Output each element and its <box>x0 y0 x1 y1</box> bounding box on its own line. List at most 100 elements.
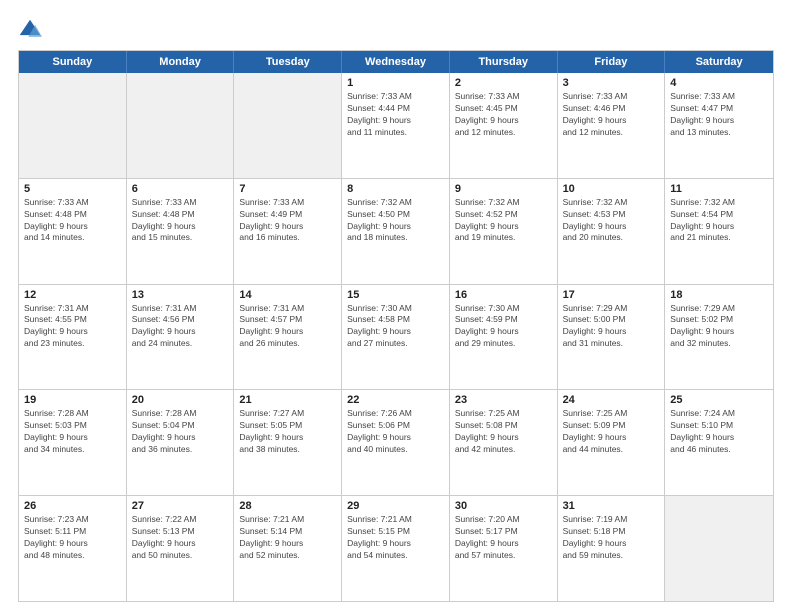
day-cell-1: 1 Sunrise: 7:33 AM Sunset: 4:44 PM Daylig… <box>342 73 450 178</box>
day-number: 15 <box>347 289 444 301</box>
empty-cell <box>127 73 235 178</box>
day-info: Sunrise: 7:30 AM Sunset: 4:59 PM Dayligh… <box>455 303 552 351</box>
day-cell-27: 27 Sunrise: 7:22 AM Sunset: 5:13 PM Dayli… <box>127 496 235 601</box>
day-info: Sunrise: 7:31 AM Sunset: 4:57 PM Dayligh… <box>239 303 336 351</box>
day-cell-22: 22Sunrise: 7:26 AM Sunset: 5:06 PM Dayli… <box>342 390 450 495</box>
header-day-sunday: Sunday <box>19 51 127 73</box>
empty-cell <box>665 496 773 601</box>
day-info: Sunrise: 7:21 AM Sunset: 5:14 PM Dayligh… <box>239 514 336 562</box>
day-cell-20: 20 Sunrise: 7:28 AM Sunset: 5:04 PM Dayli… <box>127 390 235 495</box>
calendar: SundayMondayTuesdayWednesdayThursdayFrid… <box>18 50 774 602</box>
day-info: Sunrise: 7:33 AM Sunset: 4:48 PM Dayligh… <box>132 197 229 245</box>
empty-cell <box>19 73 127 178</box>
header <box>18 18 774 42</box>
day-number: 28 <box>239 500 336 512</box>
day-cell-11: 11Sunrise: 7:32 AM Sunset: 4:54 PM Dayli… <box>665 179 773 284</box>
day-info: Sunrise: 7:32 AM Sunset: 4:52 PM Dayligh… <box>455 197 552 245</box>
day-number: 12 <box>24 289 121 301</box>
day-number: 1 <box>347 77 444 89</box>
day-cell-28: 28 Sunrise: 7:21 AM Sunset: 5:14 PM Dayli… <box>234 496 342 601</box>
week-row-1: 5Sunrise: 7:33 AM Sunset: 4:48 PM Daylig… <box>19 179 773 285</box>
day-number: 13 <box>132 289 229 301</box>
day-cell-26: 26 Sunrise: 7:23 AM Sunset: 5:11 PM Dayli… <box>19 496 127 601</box>
day-info: Sunrise: 7:29 AM Sunset: 5:02 PM Dayligh… <box>670 303 768 351</box>
day-number: 23 <box>455 394 552 406</box>
day-number: 7 <box>239 183 336 195</box>
day-number: 24 <box>563 394 660 406</box>
day-number: 29 <box>347 500 444 512</box>
day-info: Sunrise: 7:33 AM Sunset: 4:45 PM Dayligh… <box>455 91 552 139</box>
day-number: 26 <box>24 500 121 512</box>
day-cell-21: 21Sunrise: 7:27 AM Sunset: 5:05 PM Dayli… <box>234 390 342 495</box>
day-cell-7: 7Sunrise: 7:33 AM Sunset: 4:49 PM Daylig… <box>234 179 342 284</box>
header-day-friday: Friday <box>558 51 666 73</box>
day-info: Sunrise: 7:23 AM Sunset: 5:11 PM Dayligh… <box>24 514 121 562</box>
day-number: 8 <box>347 183 444 195</box>
day-info: Sunrise: 7:31 AM Sunset: 4:55 PM Dayligh… <box>24 303 121 351</box>
day-info: Sunrise: 7:20 AM Sunset: 5:17 PM Dayligh… <box>455 514 552 562</box>
day-cell-31: 31Sunrise: 7:19 AM Sunset: 5:18 PM Dayli… <box>558 496 666 601</box>
day-cell-10: 10Sunrise: 7:32 AM Sunset: 4:53 PM Dayli… <box>558 179 666 284</box>
day-number: 14 <box>239 289 336 301</box>
day-number: 10 <box>563 183 660 195</box>
day-info: Sunrise: 7:25 AM Sunset: 5:09 PM Dayligh… <box>563 408 660 456</box>
day-cell-9: 9 Sunrise: 7:32 AM Sunset: 4:52 PM Daylig… <box>450 179 558 284</box>
day-number: 2 <box>455 77 552 89</box>
day-info: Sunrise: 7:33 AM Sunset: 4:44 PM Dayligh… <box>347 91 444 139</box>
day-number: 21 <box>239 394 336 406</box>
day-info: Sunrise: 7:29 AM Sunset: 5:00 PM Dayligh… <box>563 303 660 351</box>
day-cell-23: 23 Sunrise: 7:25 AM Sunset: 5:08 PM Dayli… <box>450 390 558 495</box>
day-info: Sunrise: 7:25 AM Sunset: 5:08 PM Dayligh… <box>455 408 552 456</box>
week-row-2: 12 Sunrise: 7:31 AM Sunset: 4:55 PM Dayli… <box>19 285 773 391</box>
day-cell-30: 30 Sunrise: 7:20 AM Sunset: 5:17 PM Dayli… <box>450 496 558 601</box>
day-number: 16 <box>455 289 552 301</box>
header-day-wednesday: Wednesday <box>342 51 450 73</box>
day-info: Sunrise: 7:33 AM Sunset: 4:47 PM Dayligh… <box>670 91 768 139</box>
day-number: 6 <box>132 183 229 195</box>
week-row-0: 1 Sunrise: 7:33 AM Sunset: 4:44 PM Daylig… <box>19 73 773 179</box>
day-cell-25: 25 Sunrise: 7:24 AM Sunset: 5:10 PM Dayli… <box>665 390 773 495</box>
header-day-thursday: Thursday <box>450 51 558 73</box>
day-cell-13: 13 Sunrise: 7:31 AM Sunset: 4:56 PM Dayli… <box>127 285 235 390</box>
day-info: Sunrise: 7:21 AM Sunset: 5:15 PM Dayligh… <box>347 514 444 562</box>
day-cell-29: 29 Sunrise: 7:21 AM Sunset: 5:15 PM Dayli… <box>342 496 450 601</box>
day-cell-6: 6 Sunrise: 7:33 AM Sunset: 4:48 PM Daylig… <box>127 179 235 284</box>
day-cell-12: 12 Sunrise: 7:31 AM Sunset: 4:55 PM Dayli… <box>19 285 127 390</box>
header-day-saturday: Saturday <box>665 51 773 73</box>
day-number: 3 <box>563 77 660 89</box>
day-cell-19: 19Sunrise: 7:28 AM Sunset: 5:03 PM Dayli… <box>19 390 127 495</box>
day-number: 20 <box>132 394 229 406</box>
header-day-monday: Monday <box>127 51 235 73</box>
day-number: 25 <box>670 394 768 406</box>
calendar-body: 1 Sunrise: 7:33 AM Sunset: 4:44 PM Daylig… <box>19 73 773 601</box>
day-info: Sunrise: 7:32 AM Sunset: 4:54 PM Dayligh… <box>670 197 768 245</box>
day-info: Sunrise: 7:32 AM Sunset: 4:50 PM Dayligh… <box>347 197 444 245</box>
day-number: 31 <box>563 500 660 512</box>
week-row-3: 19Sunrise: 7:28 AM Sunset: 5:03 PM Dayli… <box>19 390 773 496</box>
day-info: Sunrise: 7:24 AM Sunset: 5:10 PM Dayligh… <box>670 408 768 456</box>
day-number: 17 <box>563 289 660 301</box>
day-info: Sunrise: 7:33 AM Sunset: 4:48 PM Dayligh… <box>24 197 121 245</box>
day-info: Sunrise: 7:30 AM Sunset: 4:58 PM Dayligh… <box>347 303 444 351</box>
day-number: 30 <box>455 500 552 512</box>
day-cell-3: 3 Sunrise: 7:33 AM Sunset: 4:46 PM Daylig… <box>558 73 666 178</box>
day-cell-17: 17 Sunrise: 7:29 AM Sunset: 5:00 PM Dayli… <box>558 285 666 390</box>
day-cell-15: 15 Sunrise: 7:30 AM Sunset: 4:58 PM Dayli… <box>342 285 450 390</box>
day-cell-16: 16 Sunrise: 7:30 AM Sunset: 4:59 PM Dayli… <box>450 285 558 390</box>
day-info: Sunrise: 7:22 AM Sunset: 5:13 PM Dayligh… <box>132 514 229 562</box>
calendar-header: SundayMondayTuesdayWednesdayThursdayFrid… <box>19 51 773 73</box>
day-number: 19 <box>24 394 121 406</box>
day-cell-4: 4Sunrise: 7:33 AM Sunset: 4:47 PM Daylig… <box>665 73 773 178</box>
day-cell-8: 8 Sunrise: 7:32 AM Sunset: 4:50 PM Daylig… <box>342 179 450 284</box>
day-info: Sunrise: 7:31 AM Sunset: 4:56 PM Dayligh… <box>132 303 229 351</box>
day-number: 22 <box>347 394 444 406</box>
day-info: Sunrise: 7:33 AM Sunset: 4:46 PM Dayligh… <box>563 91 660 139</box>
day-cell-18: 18Sunrise: 7:29 AM Sunset: 5:02 PM Dayli… <box>665 285 773 390</box>
day-number: 27 <box>132 500 229 512</box>
day-info: Sunrise: 7:28 AM Sunset: 5:04 PM Dayligh… <box>132 408 229 456</box>
header-day-tuesday: Tuesday <box>234 51 342 73</box>
day-number: 9 <box>455 183 552 195</box>
day-cell-14: 14 Sunrise: 7:31 AM Sunset: 4:57 PM Dayli… <box>234 285 342 390</box>
page: SundayMondayTuesdayWednesdayThursdayFrid… <box>0 0 792 612</box>
day-cell-2: 2 Sunrise: 7:33 AM Sunset: 4:45 PM Daylig… <box>450 73 558 178</box>
